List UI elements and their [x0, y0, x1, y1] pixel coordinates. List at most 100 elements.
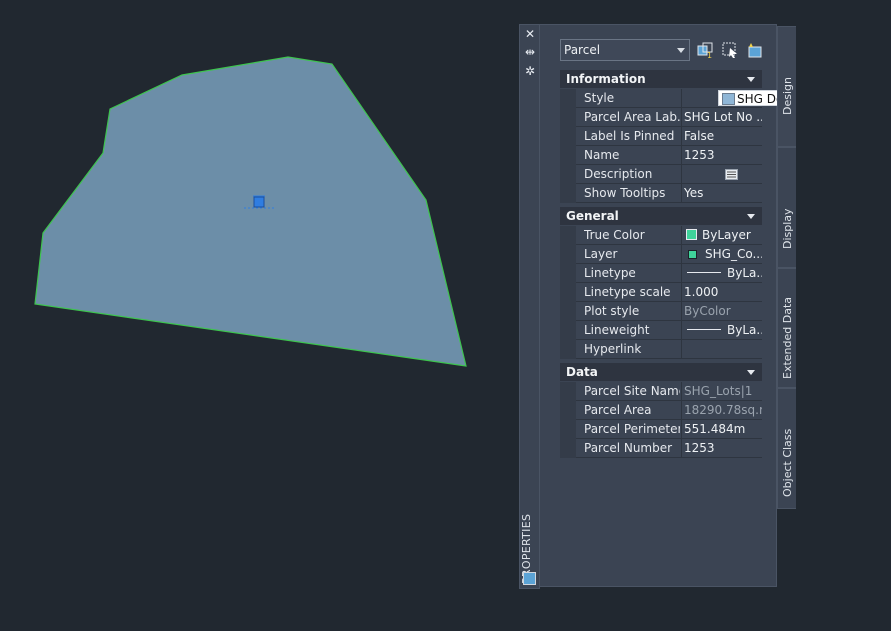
linetype-swatch [687, 272, 721, 273]
prop-row-linetype-scale[interactable]: Linetype scale 1.000 [576, 283, 762, 302]
divider [681, 382, 682, 400]
palette-title-strip[interactable]: ✕ ⇹ ✲ PROPERTIES [519, 24, 540, 589]
layer-value[interactable]: SHG_Co... [684, 245, 762, 263]
divider [681, 165, 682, 183]
divider [681, 283, 682, 301]
tab-design-label: Design [781, 77, 794, 116]
divider [681, 108, 682, 126]
prop-value: ByColor [684, 304, 731, 318]
prop-row-parcel-site-name[interactable]: Parcel Site Name SHG_Lots|1 [576, 382, 762, 401]
tab-display-label: Display [781, 208, 794, 249]
prop-label: Name [584, 148, 620, 162]
prop-row-label-is-pinned[interactable]: Label Is Pinned False [576, 127, 762, 146]
chevron-down-icon[interactable] [747, 77, 755, 82]
layer-text: SHG_Co... [705, 247, 762, 261]
prop-label: Parcel Area Lab... [584, 110, 680, 124]
prop-value[interactable]: 1.000 [684, 283, 762, 301]
close-icon[interactable]: ✕ [523, 27, 537, 41]
section-gutter [560, 89, 576, 203]
prop-label: Parcel Site Name [584, 384, 680, 398]
prop-value[interactable]: SHG Lot No ... [684, 108, 762, 126]
style-icon [722, 93, 735, 105]
prop-label: True Color [584, 228, 645, 242]
prop-label: Style [584, 91, 615, 105]
divider [681, 340, 682, 358]
prop-label: Linetype scale [584, 285, 671, 299]
svg-text:1: 1 [707, 51, 712, 59]
prop-value[interactable]: Yes [684, 184, 762, 202]
section-data-title: Data [566, 365, 598, 379]
object-type-value: Parcel [564, 43, 601, 57]
divider [681, 264, 682, 282]
prop-value: 18290.78sq.m [684, 403, 762, 417]
object-type-select[interactable]: Parcel [560, 39, 690, 61]
prop-row-lineweight[interactable]: Lineweight ByLa... [576, 321, 762, 340]
quick-select-icon[interactable] [746, 42, 763, 59]
prop-value[interactable]: 1253 [684, 146, 762, 164]
chevron-down-icon[interactable] [747, 370, 755, 375]
prop-label: Hyperlink [584, 342, 642, 356]
layer-color-swatch [688, 250, 697, 259]
prop-label: Parcel Number [584, 441, 673, 455]
tab-display[interactable]: Display [777, 147, 796, 268]
tab-design[interactable]: Design [777, 26, 796, 147]
section-general[interactable]: General [560, 207, 762, 225]
divider [681, 321, 682, 339]
properties-icon [523, 572, 536, 585]
select-objects-icon[interactable] [722, 42, 739, 59]
prop-value[interactable] [684, 340, 762, 358]
divider [681, 184, 682, 202]
prop-label: Plot style [584, 304, 640, 318]
prop-row-parcel-number[interactable]: Parcel Number 1253 [576, 439, 762, 458]
chevron-down-icon [677, 48, 685, 53]
divider [681, 146, 682, 164]
text-editor-icon[interactable] [725, 169, 738, 180]
divider [681, 420, 682, 438]
section-information[interactable]: Information [560, 70, 762, 88]
toggle-pickadd-icon[interactable]: 1 [697, 42, 714, 59]
prop-row-linetype[interactable]: Linetype ByLa... [576, 264, 762, 283]
prop-value: 551.484m [684, 422, 746, 436]
prop-label: Parcel Area [584, 403, 652, 417]
prop-label: Lineweight [584, 323, 650, 337]
divider [681, 439, 682, 457]
section-general-title: General [566, 209, 619, 223]
prop-row-hyperlink[interactable]: Hyperlink [576, 340, 762, 359]
prop-row-plot-style[interactable]: Plot style ByColor [576, 302, 762, 321]
lineweight-value[interactable]: ByLa... [684, 321, 762, 339]
prop-row-parcel-area-label[interactable]: Parcel Area Lab... SHG Lot No ... [576, 108, 762, 127]
chevron-down-icon[interactable] [747, 214, 755, 219]
true-color-value[interactable]: ByLayer [684, 226, 762, 244]
settings-icon[interactable]: ✲ [523, 64, 537, 78]
tab-object-class-label: Object Class [781, 428, 794, 497]
divider [681, 245, 682, 263]
description-value[interactable] [684, 165, 762, 183]
prop-value[interactable]: False [684, 127, 762, 145]
divider [681, 89, 682, 107]
prop-row-style[interactable]: Style SHG Do [576, 89, 794, 108]
tab-object-class[interactable]: Object Class [777, 388, 796, 509]
divider [681, 127, 682, 145]
prop-row-description[interactable]: Description [576, 165, 762, 184]
prop-row-show-tooltips[interactable]: Show Tooltips Yes [576, 184, 762, 203]
section-data[interactable]: Data [560, 363, 762, 381]
prop-row-name[interactable]: Name 1253 [576, 146, 762, 165]
divider [681, 302, 682, 320]
section-gutter [560, 226, 576, 359]
tab-extended-data[interactable]: Extended Data [777, 268, 796, 388]
prop-row-parcel-perimeter[interactable]: Parcel Perimeter 551.484m [576, 420, 762, 439]
linetype-value[interactable]: ByLa... [684, 264, 762, 282]
linetype-text: ByLa... [727, 266, 762, 280]
prop-row-true-color[interactable]: True Color ByLayer [576, 226, 762, 245]
parcel-polygon[interactable] [34, 56, 467, 367]
prop-label: Label Is Pinned [584, 129, 675, 143]
prop-value[interactable]: 1253 [684, 439, 762, 457]
prop-row-parcel-area[interactable]: Parcel Area 18290.78sq.m [576, 401, 762, 420]
auto-hide-icon[interactable]: ⇹ [523, 45, 537, 59]
prop-label: Layer [584, 247, 618, 261]
prop-label: Linetype [584, 266, 636, 280]
prop-row-layer[interactable]: Layer SHG_Co... [576, 245, 762, 264]
divider [681, 401, 682, 419]
section-gutter [560, 382, 576, 458]
color-swatch [686, 229, 697, 240]
